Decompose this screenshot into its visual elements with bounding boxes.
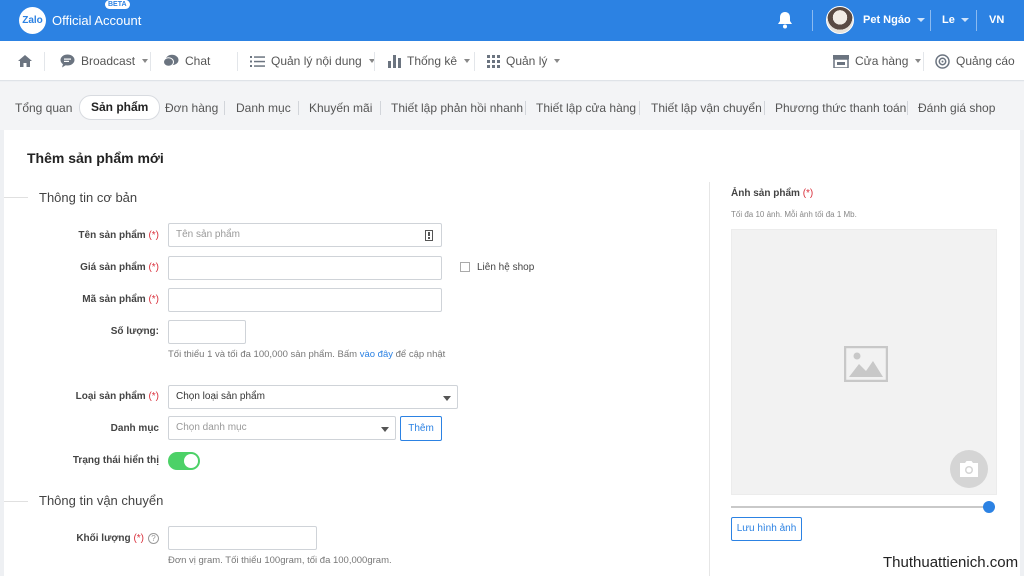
chevron-down-icon — [916, 18, 925, 23]
contact-shop-label: Liên hệ shop — [477, 262, 535, 273]
weight-hint: Đơn vị gram. Tối thiểu 100gram, tối đa 1… — [168, 555, 392, 566]
nav-home[interactable] — [17, 41, 33, 81]
list-icon — [250, 55, 265, 67]
contact-shop-checkbox[interactable] — [460, 262, 470, 272]
bell-icon[interactable] — [775, 10, 795, 30]
tab-quick-reply[interactable]: Thiết lập phản hồi nhanh — [391, 96, 523, 120]
category-select[interactable]: Chọn danh mục — [168, 416, 396, 440]
language-selector[interactable]: VN — [989, 14, 1004, 26]
save-image-button[interactable]: Lưu hình ảnh — [731, 517, 802, 541]
broadcast-icon — [60, 54, 75, 68]
add-product-card: Thêm sản phẩm mới Thông tin cơ bản Tên s… — [4, 130, 1020, 576]
product-code-label: Mã sản phẩm (*) — [82, 294, 159, 305]
nav-content[interactable]: Quản lý nội dung — [250, 41, 375, 81]
nav-chat-label: Chat — [185, 54, 211, 68]
product-image-title: Ảnh sản phẩm (*) — [731, 188, 814, 199]
sub-tabs: Tổng quan Sản phẩm Đơn hàng Danh mục Khu… — [0, 82, 1024, 130]
bar-chart-icon — [388, 55, 401, 68]
tab-promotions[interactable]: Khuyến mãi — [309, 96, 372, 120]
chevron-down-icon — [960, 18, 969, 23]
chevron-down-icon — [443, 396, 451, 401]
nav-chat[interactable]: Chat — [163, 41, 210, 81]
chevron-down-icon — [381, 427, 389, 432]
user-menu[interactable]: Pet Ngáo — [863, 14, 925, 26]
store-icon — [833, 54, 849, 68]
product-name-label: Tên sản phẩm (*) — [78, 230, 159, 241]
product-price-label: Giá sản phẩm (*) — [80, 262, 159, 273]
field-count-icon — [425, 230, 433, 241]
user-name: Pet Ngáo — [863, 14, 911, 26]
logo-text: Official Account — [52, 13, 142, 28]
zoom-slider-track[interactable] — [731, 506, 993, 508]
page-title: Thêm sản phẩm mới — [27, 150, 164, 166]
chevron-down-icon — [464, 59, 471, 63]
nav-ads-label: Quảng cáo — [956, 54, 1015, 68]
help-icon[interactable]: ? — [148, 533, 159, 544]
tab-payment-methods[interactable]: Phương thức thanh toán — [775, 96, 906, 120]
home-icon — [18, 55, 32, 67]
product-price-input[interactable] — [168, 256, 442, 280]
target-icon — [935, 53, 950, 69]
tab-shop-reviews[interactable]: Đánh giá shop — [918, 96, 995, 120]
nav-stats[interactable]: Thống kê — [388, 41, 471, 81]
toggle-knob — [184, 454, 198, 468]
tab-store-settings[interactable]: Thiết lập cửa hàng — [536, 96, 636, 120]
account-short: Le — [942, 14, 955, 26]
nav-stats-label: Thống kê — [407, 54, 458, 68]
avatar[interactable] — [826, 6, 854, 34]
quantity-hint: Tối thiểu 1 và tối đa 100,000 sản phẩm. … — [168, 349, 446, 360]
section-shipping-info: Thông tin vận chuyển — [39, 493, 164, 508]
weight-input[interactable] — [168, 526, 317, 550]
tab-shipping-settings[interactable]: Thiết lập vận chuyển — [651, 96, 762, 120]
category-label: Danh mục — [110, 423, 159, 434]
product-image-hint: Tối đa 10 ảnh. Mỗi ảnh tối đa 1 Mb. — [731, 210, 857, 219]
nav-store-label: Cửa hàng — [855, 54, 909, 68]
top-bar: Zalo Official Account BETA Pet Ngáo Le V… — [0, 0, 1024, 41]
tab-categories[interactable]: Danh mục — [236, 96, 291, 120]
camera-icon — [960, 461, 978, 477]
nav-broadcast[interactable]: Broadcast — [60, 41, 149, 81]
watermark: Thuthuattienich.com — [883, 554, 1019, 571]
nav-manage-label: Quản lý — [506, 54, 548, 68]
product-code-input[interactable] — [168, 288, 442, 312]
quantity-label: Số lượng: — [110, 326, 159, 337]
section-basic-info: Thông tin cơ bản — [39, 190, 138, 205]
tab-overview[interactable]: Tổng quan — [15, 96, 72, 120]
camera-button[interactable] — [950, 450, 988, 488]
weight-label: Khối lượng (*) — [76, 533, 144, 544]
zalo-logo[interactable]: Zalo Official Account — [19, 7, 141, 34]
main-nav: Broadcast Chat Quản lý nội dung Thống kê… — [0, 41, 1024, 81]
product-type-label: Loại sản phẩm (*) — [75, 391, 159, 402]
status-label: Trạng thái hiển thị — [72, 455, 159, 466]
quantity-input[interactable] — [168, 320, 246, 344]
nav-content-label: Quản lý nội dung — [271, 54, 362, 68]
nav-broadcast-label: Broadcast — [81, 54, 136, 68]
update-link[interactable]: vào đây — [360, 349, 393, 360]
chevron-down-icon — [554, 59, 561, 63]
zoom-slider-handle[interactable] — [983, 501, 995, 513]
image-placeholder-icon — [844, 346, 888, 382]
add-category-button[interactable]: Thêm — [400, 416, 442, 441]
chevron-down-icon — [915, 59, 922, 63]
product-name-input[interactable]: Tên sản phẩm — [168, 223, 442, 247]
nav-manage[interactable]: Quản lý — [487, 41, 561, 81]
grid-icon — [487, 54, 500, 68]
status-toggle[interactable] — [168, 452, 200, 470]
tab-orders[interactable]: Đơn hàng — [165, 96, 218, 120]
beta-badge: BETA — [105, 0, 130, 9]
nav-store[interactable]: Cửa hàng — [833, 41, 922, 81]
chat-icon — [163, 54, 179, 67]
logo-mark: Zalo — [19, 7, 46, 34]
chevron-down-icon — [142, 59, 149, 63]
image-dropzone[interactable] — [731, 229, 997, 495]
nav-ads[interactable]: Quảng cáo — [935, 41, 1015, 81]
product-type-select[interactable]: Chọn loại sản phẩm — [168, 385, 458, 409]
account-menu[interactable]: Le — [942, 14, 969, 26]
tab-products[interactable]: Sản phẩm — [79, 95, 161, 120]
